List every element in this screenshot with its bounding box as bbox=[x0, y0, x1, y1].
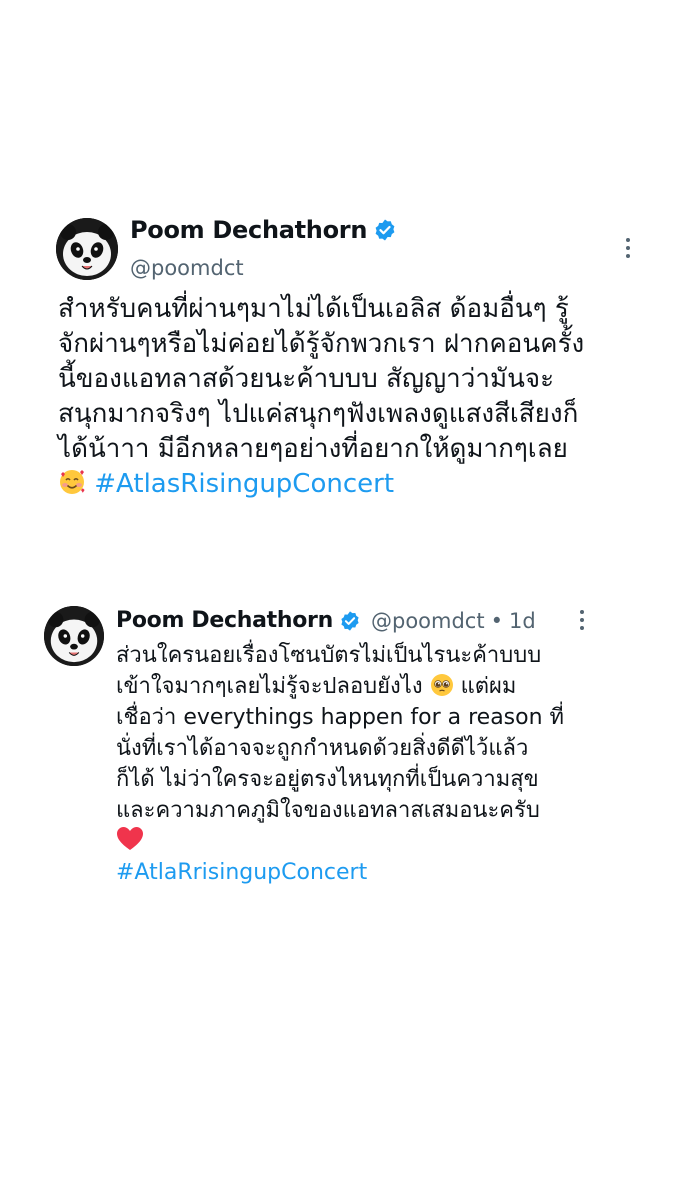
smiling-face-with-hearts-icon bbox=[58, 468, 86, 496]
hashtag-link[interactable]: #AtlasRisingupConcert bbox=[94, 469, 394, 499]
author-row: Poom Dechathorn bbox=[130, 216, 397, 244]
more-options-icon[interactable] bbox=[578, 610, 586, 636]
hashtag-link[interactable]: #AtlaRrisingupConcert bbox=[116, 860, 367, 885]
display-name[interactable]: Poom Dechathorn bbox=[130, 216, 367, 244]
display-name[interactable]: Poom Dechathorn bbox=[116, 608, 333, 633]
timestamp[interactable]: 1d bbox=[509, 609, 536, 633]
verified-badge-icon[interactable] bbox=[373, 218, 397, 242]
more-options-icon[interactable] bbox=[624, 238, 632, 264]
handle[interactable]: @poomdct bbox=[371, 609, 485, 633]
tweet-text: สำหรับคนที่ผ่านๆมาไม่ได้เป็นเอลิส ด้อมอื… bbox=[58, 294, 585, 464]
tweet-body: สำหรับคนที่ผ่านๆมาไม่ได้เป็นเอลิส ด้อมอื… bbox=[58, 292, 658, 502]
pleading-face-icon bbox=[430, 673, 454, 697]
author-row: Poom Dechathorn @poomdct • 1d bbox=[116, 608, 536, 633]
panda-avatar-icon[interactable] bbox=[44, 606, 104, 666]
handle[interactable]: @poomdct bbox=[130, 256, 244, 280]
separator-dot: • bbox=[490, 608, 503, 633]
tweet-body: ส่วนใครนอยเรื่องโซนบัตรไม่เป็นไรนะค้าบบบ… bbox=[116, 640, 636, 888]
panda-avatar-icon[interactable] bbox=[56, 218, 118, 280]
red-heart-icon bbox=[116, 826, 144, 852]
verified-badge-icon[interactable] bbox=[339, 610, 361, 632]
